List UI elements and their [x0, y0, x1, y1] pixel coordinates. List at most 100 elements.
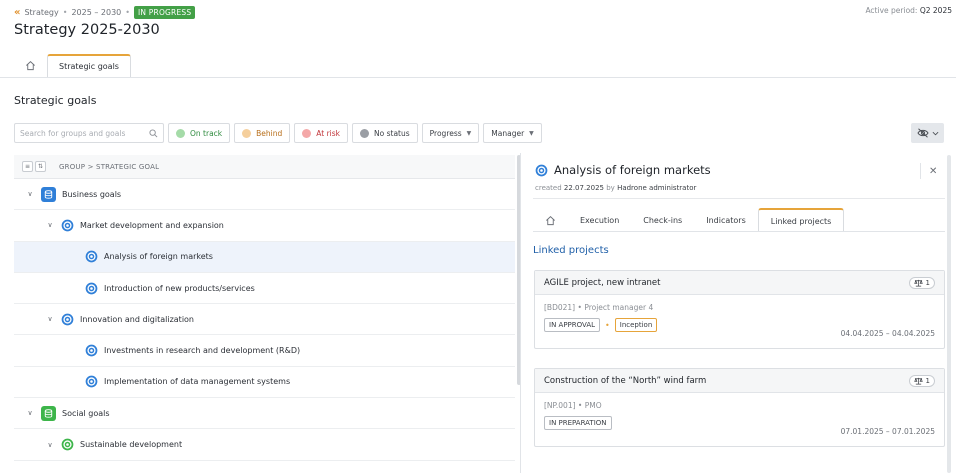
status-dot: [360, 128, 370, 138]
target-icon: [85, 375, 98, 388]
tree-goal-row[interactable]: Introduction of new products/services: [14, 273, 515, 305]
project-code: [NP.001]: [544, 401, 576, 410]
project-manager: PMO: [584, 401, 602, 410]
double-chevron-left-icon[interactable]: «: [14, 7, 20, 18]
filter-bar: On track Behind At risk No status Progre…: [14, 123, 542, 143]
breadcrumb-separator: •: [62, 7, 68, 17]
tree-goal-row[interactable]: ∨ Innovation and digitalization: [14, 304, 515, 336]
target-icon: [85, 282, 98, 295]
target-icon: [61, 438, 74, 451]
chevron-down-icon[interactable]: ∨: [45, 221, 55, 229]
target-icon: [61, 219, 74, 232]
filter-behind[interactable]: Behind: [234, 123, 291, 143]
tree-row-label: Analysis of foreign markets: [104, 252, 213, 262]
chevron-down-icon[interactable]: ∨: [25, 409, 35, 417]
chip-label: No status: [374, 128, 410, 138]
close-icon: ✕: [929, 165, 938, 177]
panel-tabs: Execution Check-ins Indicators Linked pr…: [533, 208, 845, 232]
search-icon[interactable]: [149, 128, 158, 138]
project-code: [BD021]: [544, 303, 576, 312]
progress-dropdown[interactable]: Progress ▼: [421, 123, 480, 143]
tree-row-label: Business goals: [62, 189, 122, 199]
scrollbar[interactable]: [947, 155, 951, 473]
breadcrumb-item-period[interactable]: 2025 – 2030: [71, 8, 121, 17]
project-name[interactable]: AGILE project, new intranet: [544, 278, 660, 288]
divider: [533, 198, 945, 199]
created-date: 22.07.2025: [563, 184, 604, 192]
search-box: [14, 123, 164, 143]
chevron-down-icon[interactable]: ∨: [25, 190, 35, 198]
chevron-down-icon[interactable]: ∨: [45, 315, 55, 323]
tree-goal-row[interactable]: Implementation of data management system…: [14, 367, 515, 399]
close-button[interactable]: ✕: [920, 163, 937, 179]
group-icon: [41, 186, 56, 202]
status-dot: [302, 128, 312, 138]
search-input[interactable]: [20, 128, 140, 138]
project-card[interactable]: Construction of the “North” wind farm 1 …: [534, 368, 945, 447]
chip-label: At risk: [316, 128, 341, 138]
chevron-down-icon: [932, 131, 938, 135]
tree-goal-row[interactable]: Investments in research and development …: [14, 335, 515, 367]
chip-label: On track: [190, 128, 223, 138]
status-badge: IN PROGRESS: [134, 5, 196, 19]
linked-count: 1: [925, 376, 930, 385]
tree-goal-row[interactable]: ∨ Market development and expansion: [14, 210, 515, 242]
top-tabs: Strategic goals: [14, 54, 131, 77]
tree-goal-row[interactable]: Analysis of foreign markets: [14, 241, 515, 273]
linked-count-badge: 1: [908, 276, 935, 289]
project-meta: [BD021] • Project manager 4: [544, 303, 935, 312]
goals-tree: ≡ ⇅ GROUP > STRATEGIC GOAL ∨ Business goa…: [14, 155, 515, 461]
active-period: Active period: Q2 2025: [865, 6, 952, 15]
meta-separator: •: [577, 401, 583, 410]
meta-separator: •: [577, 303, 582, 312]
target-icon: [535, 164, 548, 176]
filter-at-risk[interactable]: At risk: [294, 123, 349, 143]
project-card[interactable]: AGILE project, new intranet 1 [BD021] • …: [534, 270, 945, 349]
project-card-body: [NP.001] • PMO IN PREPARATION 07.01.2025…: [535, 393, 944, 446]
section-title: Strategic goals: [14, 94, 97, 107]
tree-goal-row[interactable]: ∨ Sustainable development: [14, 429, 515, 461]
project-dates: 04.04.2025 – 04.04.2025: [840, 329, 935, 338]
tree-header: ≡ ⇅ GROUP > STRATEGIC GOAL: [14, 155, 515, 179]
tab-execution[interactable]: Execution: [568, 208, 631, 232]
collapse-all-icon[interactable]: ⇅: [35, 161, 46, 172]
project-phase-tag: Inception: [614, 318, 658, 332]
tab-home[interactable]: [14, 54, 47, 77]
visibility-toggle-button[interactable]: [911, 123, 944, 143]
tree-group-row[interactable]: ∨ Business goals: [14, 179, 515, 211]
active-period-value: Q2 2025: [919, 6, 952, 15]
target-icon: [85, 250, 98, 263]
tree-row-label: Introduction of new products/services: [104, 283, 255, 293]
project-card-header: Construction of the “North” wind farm 1: [535, 369, 944, 393]
project-name[interactable]: Construction of the “North” wind farm: [544, 376, 706, 386]
balance-icon: [913, 279, 923, 286]
created-prefix: created: [535, 184, 562, 192]
caret-down-icon: ▼: [529, 129, 534, 137]
tag-separator: •: [605, 320, 610, 330]
tab-linked-projects[interactable]: Linked projects: [757, 208, 845, 232]
chevron-down-icon[interactable]: ∨: [45, 441, 55, 449]
project-status-tag: IN PREPARATION: [544, 416, 612, 430]
manager-dropdown[interactable]: Manager ▼: [483, 123, 542, 143]
expand-all-icon[interactable]: ≡: [22, 161, 33, 172]
tab-home[interactable]: [533, 208, 568, 232]
tree-row-label: Investments in research and development …: [104, 346, 301, 356]
tree-group-row[interactable]: ∨ Social goals: [14, 398, 515, 430]
tab-indicators[interactable]: Indicators: [694, 208, 758, 232]
active-period-label: Active period:: [865, 6, 918, 15]
project-card-header: AGILE project, new intranet 1: [535, 271, 944, 295]
tree-row-label: Implementation of data management system…: [104, 377, 291, 387]
tab-strategic-goals[interactable]: Strategic goals: [47, 54, 131, 77]
breadcrumb-separator: •: [125, 7, 130, 17]
target-icon: [85, 344, 98, 357]
target-icon: [61, 313, 74, 326]
eye-off-icon: [916, 128, 929, 138]
breadcrumb-item-strategy[interactable]: Strategy: [24, 8, 58, 17]
tab-check-ins[interactable]: Check-ins: [631, 208, 694, 232]
tree-row-label: Sustainable development: [80, 440, 183, 450]
project-dates: 07.01.2025 – 07.01.2025: [840, 427, 935, 436]
filter-on-track[interactable]: On track: [168, 123, 231, 143]
filter-no-status[interactable]: No status: [352, 123, 418, 143]
dropdown-label: Manager: [491, 128, 525, 138]
divider: [533, 231, 945, 232]
